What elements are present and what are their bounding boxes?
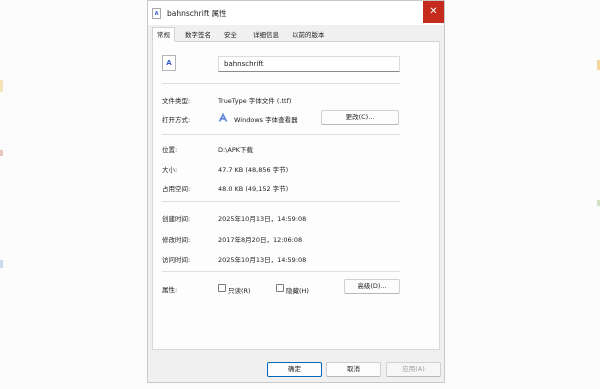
tab-security[interactable]: 安全 <box>220 28 241 42</box>
file-name-input[interactable] <box>218 56 400 72</box>
accessed-value: 2025年10月13日，14:59:08 <box>218 256 307 264</box>
modified-label: 修改时间: <box>162 236 191 244</box>
ok-button[interactable]: 确定 <box>267 362 322 377</box>
window-title: bahnschrift 属性 <box>167 9 227 18</box>
properties-dialog: A bahnschrift 属性 ✕ 常规 数字签名 安全 详细信息 以前的版本… <box>147 0 445 383</box>
created-value: 2025年10月13日，14:59:08 <box>218 215 307 223</box>
dialog-footer: 确定 取消 应用(A) <box>148 350 444 382</box>
divider <box>162 201 400 202</box>
location-label: 位置: <box>162 146 178 154</box>
hidden-label[interactable]: 隐藏(H) <box>286 285 309 295</box>
size-label: 大小: <box>162 166 178 174</box>
tab-bar: 常规 数字签名 安全 详细信息 以前的版本 <box>152 27 440 42</box>
location-value: D:\APK下载 <box>218 146 254 154</box>
advanced-button[interactable]: 高级(D)... <box>344 279 400 294</box>
open-with-value: Windows 字体查看器 <box>234 116 298 124</box>
divider <box>162 83 400 84</box>
file-type-label: 文件类型: <box>162 97 191 105</box>
close-icon: ✕ <box>429 6 438 17</box>
close-button[interactable]: ✕ <box>423 1 444 23</box>
readonly-checkbox[interactable] <box>218 284 226 292</box>
divider <box>162 271 400 272</box>
created-label: 创建时间: <box>162 215 191 223</box>
file-type-value: TrueType 字体文件 (.ttf) <box>218 97 292 105</box>
attributes-label: 属性: <box>162 286 178 294</box>
size-value: 47.7 KB (48,856 字节) <box>218 166 289 174</box>
font-file-icon: A <box>162 55 176 71</box>
tab-previous-versions[interactable]: 以前的版本 <box>288 28 329 42</box>
divider <box>162 134 400 135</box>
hidden-checkbox[interactable] <box>276 284 284 292</box>
tab-digital-signatures[interactable]: 数字签名 <box>181 28 215 42</box>
open-with-label: 打开方式: <box>162 116 191 124</box>
cancel-button[interactable]: 取消 <box>326 362 381 377</box>
readonly-label[interactable]: 只读(R) <box>228 285 251 295</box>
change-button[interactable]: 更改(C)... <box>321 110 399 125</box>
tab-details[interactable]: 详细信息 <box>249 28 283 42</box>
apply-button[interactable]: 应用(A) <box>386 362 441 377</box>
accessed-label: 访问时间: <box>162 256 191 264</box>
background-edge-left <box>0 0 3 389</box>
size-on-disk-label: 占用空间: <box>162 185 191 193</box>
modified-value: 2017年8月20日，12:06:08 <box>218 236 303 244</box>
size-on-disk-value: 48.0 KB (49,152 字节) <box>218 185 289 193</box>
general-panel <box>152 42 440 350</box>
font-file-icon: A <box>152 8 161 19</box>
title-bar: A bahnschrift 属性 ✕ <box>148 1 444 25</box>
tab-general[interactable]: 常规 <box>152 27 175 42</box>
font-viewer-icon <box>218 112 228 122</box>
